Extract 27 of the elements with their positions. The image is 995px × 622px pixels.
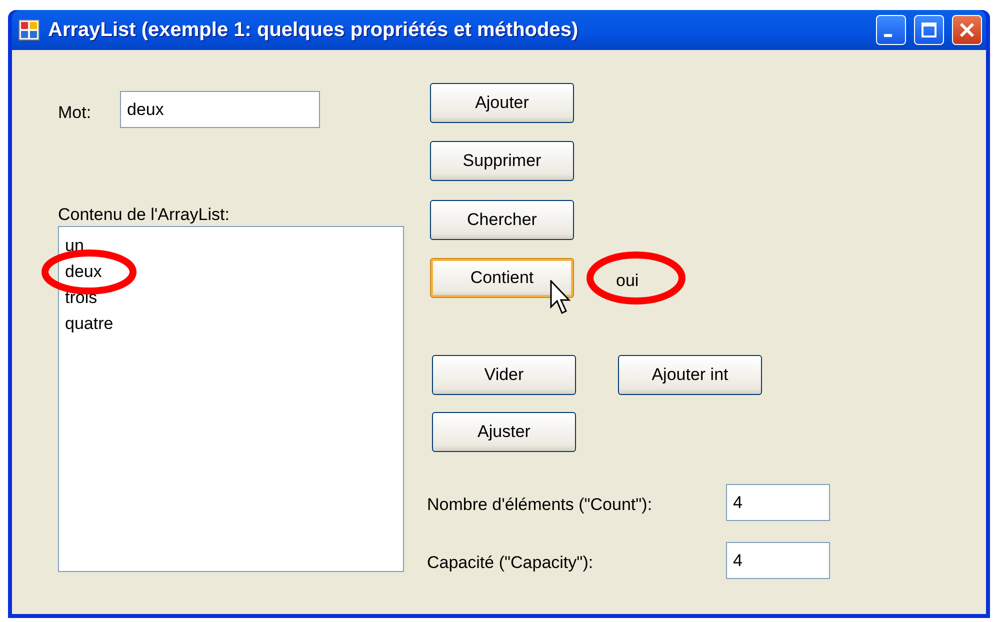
- close-icon: [959, 22, 975, 38]
- minimize-button[interactable]: [876, 15, 906, 45]
- list-item[interactable]: un: [65, 233, 84, 259]
- number-field[interactable]: 4: [726, 542, 830, 579]
- field-label: Capacité ("Capacity"):: [427, 552, 594, 574]
- form-button[interactable]: Supprimer: [430, 141, 574, 181]
- maximize-icon: [921, 22, 937, 38]
- form-button[interactable]: Ajouter: [430, 83, 574, 123]
- word-field[interactable]: deux: [120, 91, 320, 128]
- form-button[interactable]: Ajuster: [432, 412, 576, 452]
- form-button[interactable]: Contient: [430, 258, 574, 298]
- result-text: oui: [616, 270, 639, 292]
- maximize-button[interactable]: [914, 15, 944, 45]
- close-button[interactable]: [952, 15, 982, 45]
- list-box[interactable]: un deux trois quatre: [58, 226, 404, 572]
- minimize-icon: [884, 34, 892, 36]
- form-button[interactable]: Vider: [432, 355, 576, 395]
- window-title: ArrayList (exemple 1: quelques propriétés et méthodes): [48, 18, 580, 43]
- list-item[interactable]: quatre: [65, 311, 114, 337]
- list-label: Contenu de l'ArrayList:: [58, 204, 230, 226]
- field-label: Mot:: [58, 102, 92, 124]
- field-label: Nombre d'éléments ("Count"):: [427, 494, 652, 516]
- list-item[interactable]: trois: [65, 285, 98, 311]
- form-button[interactable]: Ajouter int: [618, 355, 762, 395]
- number-field[interactable]: 4: [726, 484, 830, 521]
- app-icon: [18, 19, 40, 41]
- form-button[interactable]: Chercher: [430, 200, 574, 240]
